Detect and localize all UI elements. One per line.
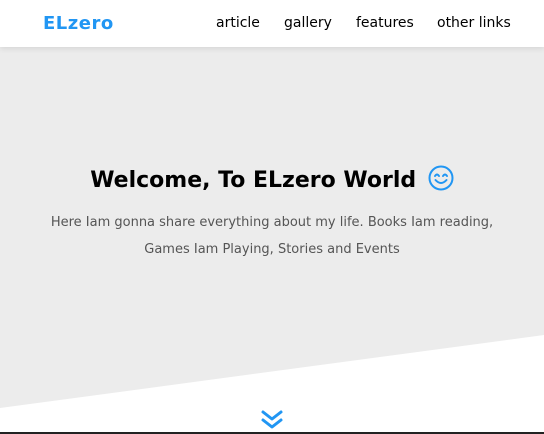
landing-title-text: Welcome, To ELzero World <box>90 168 417 193</box>
landing-section: Welcome, To ELzero World Here Iam gonna … <box>0 47 544 434</box>
nav-link-other-links[interactable]: other links <box>437 15 511 31</box>
landing-description: Here Iam gonna share everything about my… <box>50 215 494 257</box>
nav-link-gallery[interactable]: gallery <box>284 15 332 31</box>
landing-title: Welcome, To ELzero World <box>0 165 544 197</box>
site-header: ELzero article gallery features other li… <box>0 0 544 47</box>
smiling-face-icon <box>428 165 454 197</box>
double-chevron-down-icon[interactable] <box>260 409 284 431</box>
nav-link-features[interactable]: features <box>356 15 414 31</box>
main-nav: article gallery features other links <box>0 15 544 35</box>
nav-link-article[interactable]: article <box>216 15 260 31</box>
